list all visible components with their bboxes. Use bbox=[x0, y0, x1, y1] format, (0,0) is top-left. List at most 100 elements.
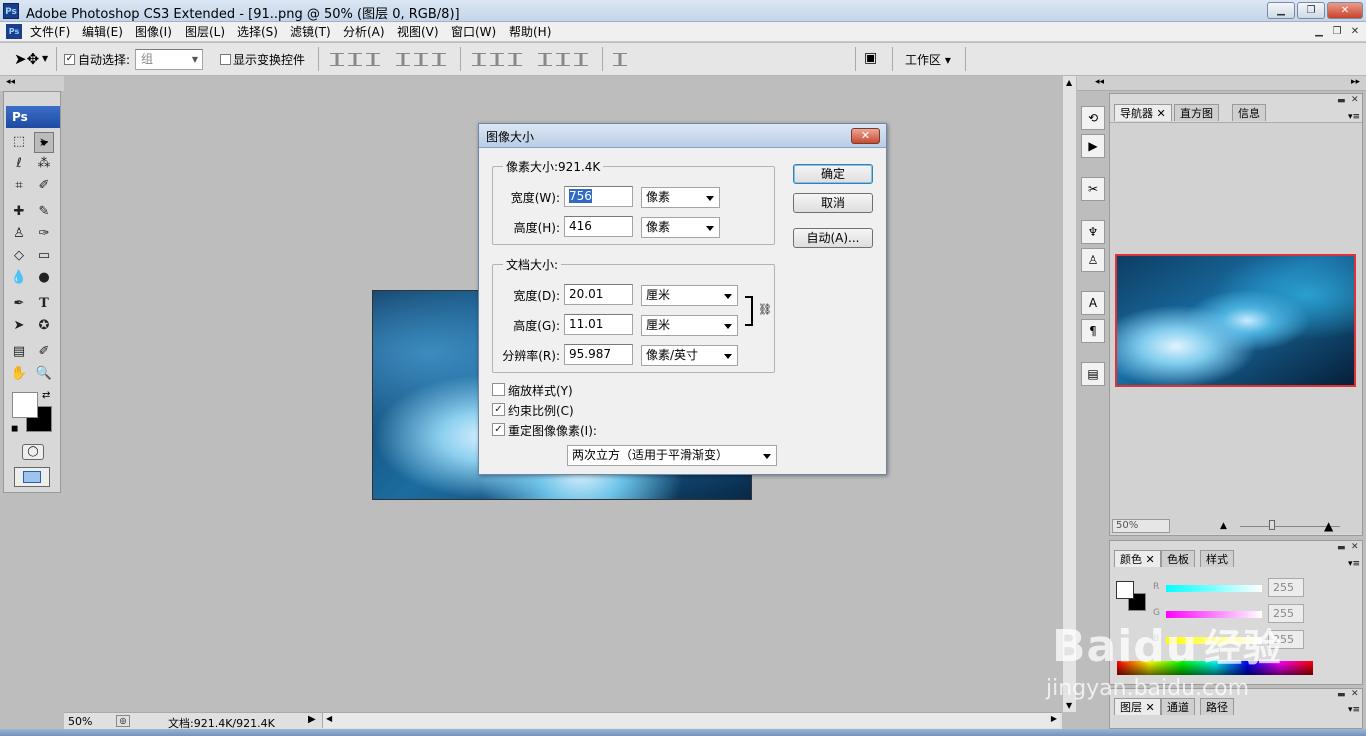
quick-mask-icon[interactable]: ◯ bbox=[22, 444, 44, 460]
tool-preset-dropdown[interactable]: ▼ bbox=[42, 54, 48, 63]
zoom-out-icon[interactable]: ▲ bbox=[1220, 521, 1227, 531]
menu-file[interactable]: 文件(F) bbox=[30, 24, 70, 40]
menu-edit[interactable]: 编辑(E) bbox=[82, 24, 123, 40]
healing-brush-tool-icon[interactable]: ✚ bbox=[9, 202, 29, 221]
marquee-tool-icon[interactable]: ⬚ bbox=[9, 132, 29, 151]
clone-source-icon[interactable]: ♙ bbox=[1081, 248, 1105, 272]
zoom-tool-icon[interactable]: 🔍 bbox=[34, 364, 54, 383]
resample-checkbox[interactable]: ✓ bbox=[492, 423, 505, 436]
align-right-icon[interactable] bbox=[432, 53, 446, 66]
move-tool-icon[interactable]: ➤ bbox=[34, 132, 54, 153]
scale-styles-checkbox[interactable] bbox=[492, 383, 505, 396]
workspace-menu[interactable]: 工作区 ▾ bbox=[905, 51, 951, 68]
clone-stamp-tool-icon[interactable]: ♙ bbox=[9, 224, 29, 243]
menu-filter[interactable]: 滤镜(T) bbox=[290, 24, 331, 40]
tab-color[interactable]: 颜色 ✕ bbox=[1114, 550, 1161, 567]
auto-button[interactable]: 自动(A)... bbox=[793, 228, 873, 248]
panel-close-icon[interactable]: ✕ bbox=[1351, 542, 1359, 552]
actions-panel-icon[interactable]: ▶ bbox=[1081, 134, 1105, 158]
r-value[interactable]: 255 bbox=[1268, 578, 1304, 597]
panel-close-icon[interactable]: ✕ bbox=[1351, 689, 1359, 699]
width-input[interactable]: 756 bbox=[564, 186, 633, 207]
cancel-button[interactable]: 取消 bbox=[793, 193, 873, 213]
ok-button[interactable]: 确定 bbox=[793, 164, 873, 184]
panel-minimize-icon[interactable]: ▬ bbox=[1337, 96, 1346, 106]
resolution-unit-select[interactable]: 像素/英寸 bbox=[641, 345, 738, 366]
tab-navigator[interactable]: 导航器 ✕ bbox=[1114, 104, 1172, 121]
distribute-vcenter-icon[interactable] bbox=[490, 53, 504, 66]
doc-height-input[interactable]: 11.01 bbox=[564, 314, 633, 335]
distribute-left-icon[interactable] bbox=[538, 53, 552, 66]
type-tool-icon[interactable]: T bbox=[34, 294, 54, 313]
menu-layer[interactable]: 图层(L) bbox=[185, 24, 225, 40]
constrain-proportions-checkbox[interactable]: ✓ bbox=[492, 403, 505, 416]
panel-menu-icon[interactable]: ▾≡ bbox=[1348, 559, 1360, 569]
auto-select-checkbox[interactable]: ✓ bbox=[64, 54, 75, 65]
align-vcenter-icon[interactable] bbox=[348, 53, 362, 66]
horizontal-scrollbar[interactable]: ◀ ▶ bbox=[322, 713, 1060, 728]
path-select-tool-icon[interactable]: ➤ bbox=[9, 316, 29, 335]
ps-menu-icon[interactable]: Ps bbox=[6, 24, 22, 39]
gradient-tool-icon[interactable]: ▭ bbox=[34, 246, 54, 265]
auto-select-dropdown[interactable]: 组 ▼ bbox=[135, 49, 203, 70]
crop-tool-icon[interactable]: ⌗ bbox=[9, 176, 29, 195]
distribute-hcenter-icon[interactable] bbox=[556, 53, 570, 66]
distribute-top-icon[interactable] bbox=[472, 53, 486, 66]
brushes-panel-icon[interactable]: ♆ bbox=[1081, 220, 1105, 244]
status-menu-arrow-icon[interactable]: ▶ bbox=[308, 714, 316, 725]
doc-height-unit-select[interactable]: 厘米 bbox=[641, 315, 738, 336]
distribute-right-icon[interactable] bbox=[574, 53, 588, 66]
slice-tool-icon[interactable]: ✐ bbox=[34, 176, 54, 195]
foreground-color-swatch[interactable] bbox=[12, 392, 38, 418]
blur-tool-icon[interactable]: 💧 bbox=[9, 268, 29, 287]
zoom-in-icon[interactable]: ▲ bbox=[1324, 519, 1333, 533]
panel-menu-icon[interactable]: ▾≡ bbox=[1348, 112, 1360, 122]
minimize-button[interactable]: ▁ bbox=[1267, 2, 1295, 19]
restore-button[interactable]: ❐ bbox=[1297, 2, 1325, 19]
navigator-thumbnail[interactable] bbox=[1115, 254, 1356, 387]
lasso-tool-icon[interactable]: ℓ bbox=[9, 154, 29, 173]
align-bottom-icon[interactable] bbox=[366, 53, 380, 66]
doc-width-unit-select[interactable]: 厘米 bbox=[641, 285, 738, 306]
align-left-icon[interactable] bbox=[396, 53, 410, 66]
layer-comps-icon[interactable]: ▤ bbox=[1081, 362, 1105, 386]
height-input[interactable]: 416 bbox=[564, 216, 633, 237]
zoom-slider-thumb[interactable] bbox=[1269, 520, 1275, 530]
menu-image[interactable]: 图像(I) bbox=[135, 24, 172, 40]
character-panel-icon[interactable]: A bbox=[1081, 291, 1105, 315]
align-hcenter-icon[interactable] bbox=[414, 53, 428, 66]
collapse-icon[interactable]: ◂◂ bbox=[6, 77, 15, 87]
shape-tool-icon[interactable]: ✪ bbox=[34, 316, 54, 335]
distribute-bottom-icon[interactable] bbox=[508, 53, 522, 66]
tab-swatches[interactable]: 色板 bbox=[1161, 550, 1195, 567]
menu-view[interactable]: 视图(V) bbox=[397, 24, 439, 40]
show-transform-checkbox[interactable] bbox=[220, 54, 231, 65]
paragraph-panel-icon[interactable]: ¶ bbox=[1081, 319, 1105, 343]
tool-presets-icon[interactable]: ✂ bbox=[1081, 177, 1105, 201]
screen-mode-icon[interactable] bbox=[14, 467, 50, 487]
move-tool-icon[interactable]: ➤✥ bbox=[14, 50, 39, 68]
resolution-input[interactable]: 95.987 bbox=[564, 344, 633, 365]
tab-histogram[interactable]: 直方图 bbox=[1174, 104, 1219, 121]
panel-minimize-icon[interactable]: ▬ bbox=[1337, 543, 1346, 553]
menu-analysis[interactable]: 分析(A) bbox=[343, 24, 385, 40]
brush-tool-icon[interactable]: ✎ bbox=[34, 202, 54, 221]
status-icon[interactable]: ◎ bbox=[116, 715, 130, 727]
eraser-tool-icon[interactable]: ◇ bbox=[9, 246, 29, 265]
history-brush-tool-icon[interactable]: ✑ bbox=[34, 224, 54, 243]
width-unit-select[interactable]: 像素 bbox=[641, 187, 720, 208]
r-slider[interactable] bbox=[1166, 585, 1262, 592]
align-top-icon[interactable] bbox=[330, 53, 344, 66]
tab-info[interactable]: 信息 bbox=[1232, 104, 1266, 121]
auto-align-icon[interactable] bbox=[613, 53, 627, 66]
bridge-icon[interactable]: ▣ bbox=[864, 50, 877, 66]
panel-minimize-icon[interactable]: ▬ bbox=[1337, 690, 1346, 700]
doc-close-button[interactable]: ✕ bbox=[1346, 24, 1364, 39]
doc-restore-button[interactable]: ❐ bbox=[1328, 24, 1346, 39]
dock-expand-icon[interactable]: ▸▸ bbox=[1351, 77, 1360, 87]
navigator-zoom-field[interactable]: 50% bbox=[1112, 519, 1170, 533]
history-panel-icon[interactable]: ⟲ bbox=[1081, 106, 1105, 130]
resample-method-select[interactable]: 两次立方（适用于平滑渐变） bbox=[567, 445, 777, 466]
close-button[interactable]: ✕ bbox=[1327, 2, 1363, 19]
zoom-level[interactable]: 50% bbox=[68, 715, 92, 728]
